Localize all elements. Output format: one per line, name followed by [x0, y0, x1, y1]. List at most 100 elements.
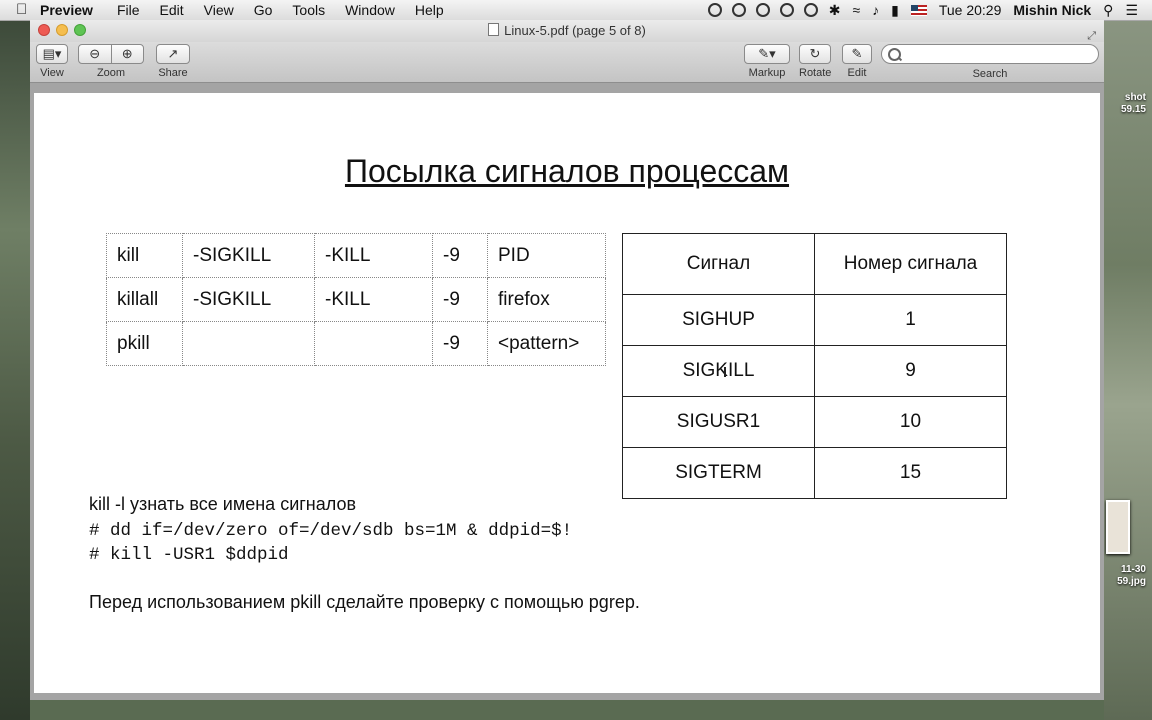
signals-table: Сигнал Номер сигнала SIGHUP 1 SIGKILL 9 …: [622, 233, 1007, 499]
table-row: SIGUSR1 10: [622, 396, 1007, 448]
menu-app[interactable]: Preview: [40, 2, 93, 18]
desktop-left: [0, 20, 30, 720]
title-bar: Linux-5.pdf (page 5 of 8) ⤢: [30, 20, 1104, 42]
pdf-page: Посылка сигналов процессам kill -SIGKILL…: [34, 93, 1100, 693]
markup-label: Markup: [748, 67, 786, 79]
spotlight-icon[interactable]: ⚲: [1103, 2, 1113, 19]
notification-center-icon[interactable]: ☰: [1125, 2, 1138, 19]
toolbar: ▤▾ View ⊖ ⊕ Zoom ↗ Share ✎▾ Markup ↻ Rot…: [30, 42, 1104, 83]
share-label: Share: [158, 67, 188, 79]
table-cell: <pattern>: [487, 321, 606, 366]
code-line: # dd if=/dev/zero of=/dev/sdb bs=1M & dd…: [89, 521, 573, 541]
table-cell: SIGKILL: [622, 345, 815, 397]
document-icon: [488, 23, 500, 36]
table-header: Сигнал: [622, 233, 815, 295]
menu-view[interactable]: View: [204, 2, 234, 18]
record-icon[interactable]: [707, 3, 722, 17]
share-button[interactable]: ↗: [156, 44, 190, 64]
battery-icon[interactable]: ▮: [891, 2, 899, 19]
zoom-control: ⊖ ⊕: [78, 44, 144, 64]
table-cell: kill: [106, 233, 183, 278]
sync-icon[interactable]: [731, 3, 746, 17]
note-pkill: Перед использованием pkill сделайте пров…: [89, 592, 640, 612]
markup-tool: ✎▾ Markup: [744, 44, 790, 79]
menu-edit[interactable]: Edit: [160, 2, 184, 18]
rotate-label: Rotate: [799, 67, 832, 79]
view-button[interactable]: ▤▾: [36, 44, 68, 64]
table-cell: pkill: [106, 321, 183, 366]
dropbox-icon[interactable]: [755, 3, 770, 17]
search-input[interactable]: [881, 44, 1099, 64]
table-cell: killall: [106, 277, 183, 322]
bluetooth-icon[interactable]: ✱: [829, 2, 841, 19]
desktop-file-thumbnail[interactable]: [1106, 500, 1130, 554]
preview-window: Linux-5.pdf (page 5 of 8) ⤢ ▤▾ View ⊖ ⊕ …: [30, 20, 1104, 700]
menu-help[interactable]: Help: [415, 2, 444, 18]
rotate-button[interactable]: ↻: [799, 44, 831, 64]
desktop-file-label[interactable]: 11-30 59.jpg: [1117, 564, 1146, 588]
commands-table: kill -SIGKILL -KILL -9 PID killall -SIGK…: [106, 233, 606, 366]
table-cell: 9: [814, 345, 1007, 397]
menu-file[interactable]: File: [117, 2, 140, 18]
table-row: killall -SIGKILL -KILL -9 firefox: [106, 277, 606, 322]
close-button[interactable]: [38, 24, 50, 36]
table-cell: [182, 321, 315, 366]
table-cell: -9: [432, 321, 488, 366]
document-area[interactable]: Посылка сигналов процессам kill -SIGKILL…: [30, 83, 1104, 700]
table-row: SIGKILL 9: [622, 345, 1007, 397]
time-machine-icon[interactable]: [803, 3, 818, 17]
table-cell: -KILL: [314, 277, 433, 322]
zoom-out-button[interactable]: ⊖: [79, 45, 112, 63]
zoom-label: Zoom: [96, 67, 126, 79]
edit-label: Edit: [847, 67, 867, 79]
minimize-button[interactable]: [56, 24, 68, 36]
window-title: Linux-5.pdf (page 5 of 8): [504, 23, 646, 38]
wifi-icon[interactable]: ≈: [852, 2, 860, 18]
table-header-row: Сигнал Номер сигнала: [622, 233, 1007, 295]
table-cell: -SIGKILL: [182, 233, 315, 278]
note-kill-l: kill -l узнать все имена сигналов: [89, 494, 357, 514]
edit-button[interactable]: ✎: [842, 44, 872, 64]
menu-window[interactable]: Window: [345, 2, 395, 18]
search-icon: [888, 48, 901, 61]
view-label: View: [40, 67, 64, 79]
download-icon[interactable]: [779, 3, 794, 17]
zoom-button[interactable]: [74, 24, 86, 36]
table-header: Номер сигнала: [814, 233, 1007, 295]
rotate-tool: ↻ Rotate: [799, 44, 831, 79]
zoom-tool: ⊖ ⊕ Zoom: [78, 44, 144, 79]
markup-button[interactable]: ✎▾: [744, 44, 790, 64]
menu-tools[interactable]: Tools: [292, 2, 325, 18]
table-cell: -KILL: [314, 233, 433, 278]
menu-clock[interactable]: Tue 20:29: [939, 2, 1002, 18]
table-row: SIGTERM 15: [622, 447, 1007, 499]
table-cell: 1: [814, 294, 1007, 346]
menu-go[interactable]: Go: [254, 2, 273, 18]
search-label: Search: [972, 68, 1008, 80]
menu-user[interactable]: Mishin Nick: [1013, 2, 1091, 18]
table-cell: SIGUSR1: [622, 396, 815, 448]
status-area: ✱ ≈ ♪ ▮ Tue 20:29 Mishin Nick ⚲ ☰: [703, 0, 1144, 20]
table-cell: firefox: [487, 277, 606, 322]
table-cell: [314, 321, 433, 366]
table-cell: 15: [814, 447, 1007, 499]
table-cell: -SIGKILL: [182, 277, 315, 322]
menu-bar:  Preview File Edit View Go Tools Window…: [0, 0, 1152, 21]
slide-title: Посылка сигналов процессам: [344, 153, 790, 189]
table-cell: -9: [432, 233, 488, 278]
volume-icon[interactable]: ♪: [872, 2, 879, 18]
zoom-in-button[interactable]: ⊕: [112, 45, 144, 63]
text-cursor-icon: [724, 367, 726, 377]
table-row: SIGHUP 1: [622, 294, 1007, 346]
desktop-file-label[interactable]: shot 59.15: [1121, 92, 1146, 116]
edit-tool: ✎ Edit: [842, 44, 872, 79]
share-tool: ↗ Share: [156, 44, 190, 79]
table-cell: -9: [432, 277, 488, 322]
view-tool: ▤▾ View: [36, 44, 68, 79]
input-source-flag-icon[interactable]: [910, 4, 927, 16]
table-cell: SIGTERM: [622, 447, 815, 499]
table-cell: SIGHUP: [622, 294, 815, 346]
table-row: pkill -9 <pattern>: [106, 321, 606, 366]
table-cell: PID: [487, 233, 606, 278]
apple-menu-icon[interactable]: : [16, 2, 30, 17]
